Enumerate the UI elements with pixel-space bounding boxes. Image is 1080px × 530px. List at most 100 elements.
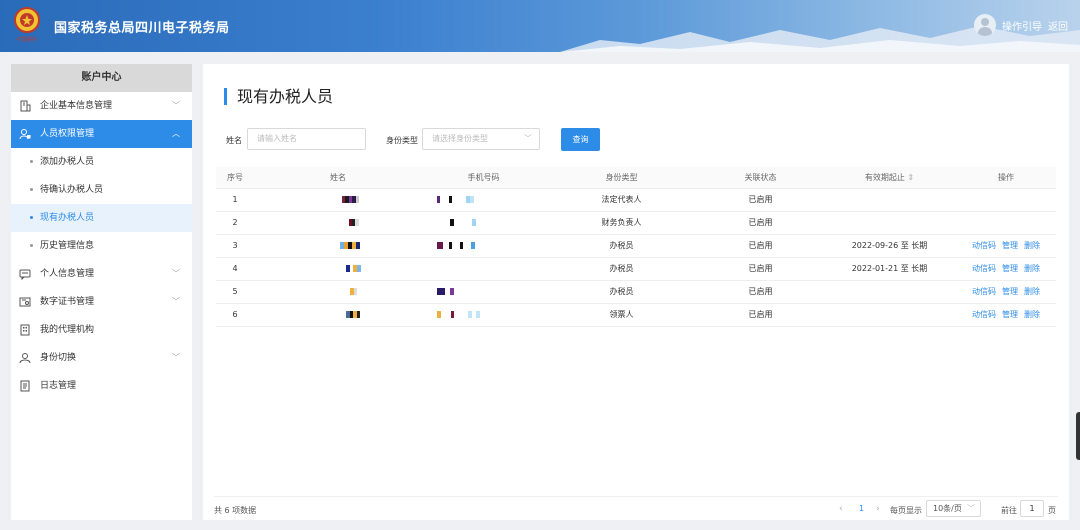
col-header-validity[interactable]: 有效期起止 ⇕: [823, 167, 956, 188]
sidebar-item-label: 身份切换: [40, 353, 77, 363]
auth-code-link[interactable]: 动信码: [972, 287, 996, 296]
sidebar-subitem-current[interactable]: 现有办税人员: [11, 204, 192, 232]
cell-validity: [823, 189, 956, 211]
table-row: 2 财务负责人 已启用: [216, 212, 1056, 235]
agency-icon: [20, 324, 30, 336]
name-filter-label: 姓名: [226, 136, 242, 145]
back-link[interactable]: 返回: [1048, 18, 1068, 33]
user-area: 操作引导 返回: [974, 14, 1068, 36]
cell-type: 办税员: [609, 264, 634, 273]
auth-code-link[interactable]: 动信码: [972, 264, 996, 273]
sidebar-item-permission[interactable]: 人员权限管理 ︿: [11, 120, 192, 148]
type-filter-label: 身份类型: [386, 136, 418, 145]
cell-name-masked: [254, 212, 422, 234]
cell-name-masked: [254, 235, 422, 257]
delete-link[interactable]: 删除: [1024, 310, 1040, 319]
sidebar-item-label: 数字证书管理: [40, 297, 95, 307]
cell-status: 已启用: [748, 218, 773, 227]
sidebar-item-label: 我的代理机构: [40, 325, 95, 335]
sidebar-item-certificate[interactable]: 数字证书管理 ﹀: [11, 288, 192, 316]
sidebar-item-label: 日志管理: [40, 381, 77, 391]
sidebar-subitem-history[interactable]: 历史管理信息: [11, 232, 192, 260]
sidebar-subitem-pending[interactable]: 待确认办税人员: [11, 176, 192, 204]
cell-ops: 动信码 管理 删除: [956, 304, 1056, 326]
cell-phone-masked: [422, 304, 545, 326]
cell-name-masked: [254, 304, 422, 326]
manage-link[interactable]: 管理: [1002, 241, 1018, 250]
bullet-dot: [30, 160, 33, 163]
chevron-right-icon[interactable]: ›: [876, 504, 880, 514]
certificate-icon: [19, 297, 31, 307]
sidebar-subitem-add[interactable]: 添加办税人员: [11, 148, 192, 176]
manage-link[interactable]: 管理: [1002, 310, 1018, 319]
delete-link[interactable]: 删除: [1024, 264, 1040, 273]
delete-link[interactable]: 删除: [1024, 241, 1040, 250]
cell-type: 财务负责人: [601, 218, 642, 227]
chevron-left-icon[interactable]: ‹: [839, 504, 843, 514]
cell-index: 2: [232, 218, 238, 227]
goto-label: 前往: [1001, 506, 1017, 515]
cell-status: 已启用: [748, 241, 773, 250]
auth-code-link[interactable]: 动信码: [972, 241, 996, 250]
cell-index: 5: [232, 287, 238, 296]
type-select[interactable]: 请选择身份类型 ﹀: [422, 128, 540, 150]
sidebar-item-label: 个人信息管理: [40, 269, 95, 279]
cell-status: 已启用: [748, 195, 773, 204]
cell-index: 1: [232, 195, 238, 204]
manage-link[interactable]: 管理: [1002, 264, 1018, 273]
cell-type: 领票人: [609, 310, 634, 319]
user-lock-icon: [19, 129, 31, 140]
bullet-dot: [30, 244, 33, 247]
per-page-label: 每页显示: [890, 506, 922, 515]
cell-name-masked: [254, 189, 422, 211]
cell-type: 办税员: [609, 241, 634, 250]
sidebar-item-personal-info[interactable]: 个人信息管理 ﹀: [11, 260, 192, 288]
sidebar-item-company-info[interactable]: 企业基本信息管理 ﹀: [11, 92, 192, 120]
chevron-down-icon: ﹀: [172, 353, 180, 362]
chevron-down-icon: ﹀: [524, 134, 532, 143]
cell-status: 已启用: [748, 287, 773, 296]
sidebar-title: 账户中心: [11, 64, 192, 92]
sidebar-item-agency[interactable]: 我的代理机构: [11, 316, 192, 344]
cell-name-masked: [254, 281, 422, 303]
cell-phone-masked: [422, 189, 545, 211]
top-header: 中国税务 国家税务总局四川电子税务局 操作引导 返回: [0, 0, 1080, 52]
bullet-dot: [30, 188, 33, 191]
side-float-tab[interactable]: [1076, 412, 1080, 460]
user-avatar-icon[interactable]: [974, 14, 996, 36]
cell-type: 法定代表人: [601, 195, 642, 204]
sidebar: 账户中心 企业基本信息管理 ﹀ 人员权限管理 ︿ 添加办税人员 待确认办税人员 …: [11, 64, 192, 520]
bullet-dot: [30, 216, 33, 219]
sort-icon[interactable]: ⇕: [907, 173, 914, 182]
type-select-placeholder: 请选择身份类型: [432, 134, 488, 143]
chevron-down-icon: ﹀: [172, 269, 180, 278]
cell-ops: 动信码 管理 删除: [956, 235, 1056, 257]
cell-type: 办税员: [609, 287, 634, 296]
per-page-value: 10条/页: [933, 504, 962, 513]
sidebar-subitem-label: 历史管理信息: [40, 241, 95, 251]
cell-ops: 动信码 管理 删除: [956, 281, 1056, 303]
site-title: 国家税务总局四川电子税务局: [54, 21, 230, 36]
col-header-ops: 操作: [998, 173, 1014, 182]
sidebar-item-log[interactable]: 日志管理: [11, 372, 192, 400]
validity-header-label: 有效期起止: [864, 173, 905, 182]
page-number-current[interactable]: 1: [859, 504, 864, 513]
sidebar-subitem-label: 待确认办税人员: [40, 185, 104, 195]
auth-code-link[interactable]: 动信码: [972, 310, 996, 319]
cell-phone-masked: [422, 258, 545, 280]
manage-link[interactable]: 管理: [1002, 287, 1018, 296]
guide-link[interactable]: 操作引导: [1002, 18, 1042, 33]
delete-link[interactable]: 删除: [1024, 287, 1040, 296]
chevron-up-icon: ︿: [172, 129, 180, 138]
svg-text:中国税务: 中国税务: [17, 36, 37, 43]
per-page-select[interactable]: 10条/页 ﹀: [926, 500, 981, 517]
sidebar-subitem-label: 现有办税人员: [40, 213, 95, 223]
query-button[interactable]: 查询: [561, 128, 600, 151]
cell-validity: [823, 304, 956, 326]
goto-page-input[interactable]: 1: [1020, 500, 1044, 517]
chevron-down-icon: ﹀: [172, 101, 180, 110]
name-search-input[interactable]: 请输入姓名: [247, 128, 366, 150]
table-row: 4 办税员 已启用 2022-01-21 至 长期 动信码 管理 删除: [216, 258, 1056, 281]
table-header: 序号 姓名 手机号码 身份类型 关联状态 有效期起止 ⇕ 操作: [216, 167, 1056, 189]
sidebar-item-identity-switch[interactable]: 身份切换 ﹀: [11, 344, 192, 372]
